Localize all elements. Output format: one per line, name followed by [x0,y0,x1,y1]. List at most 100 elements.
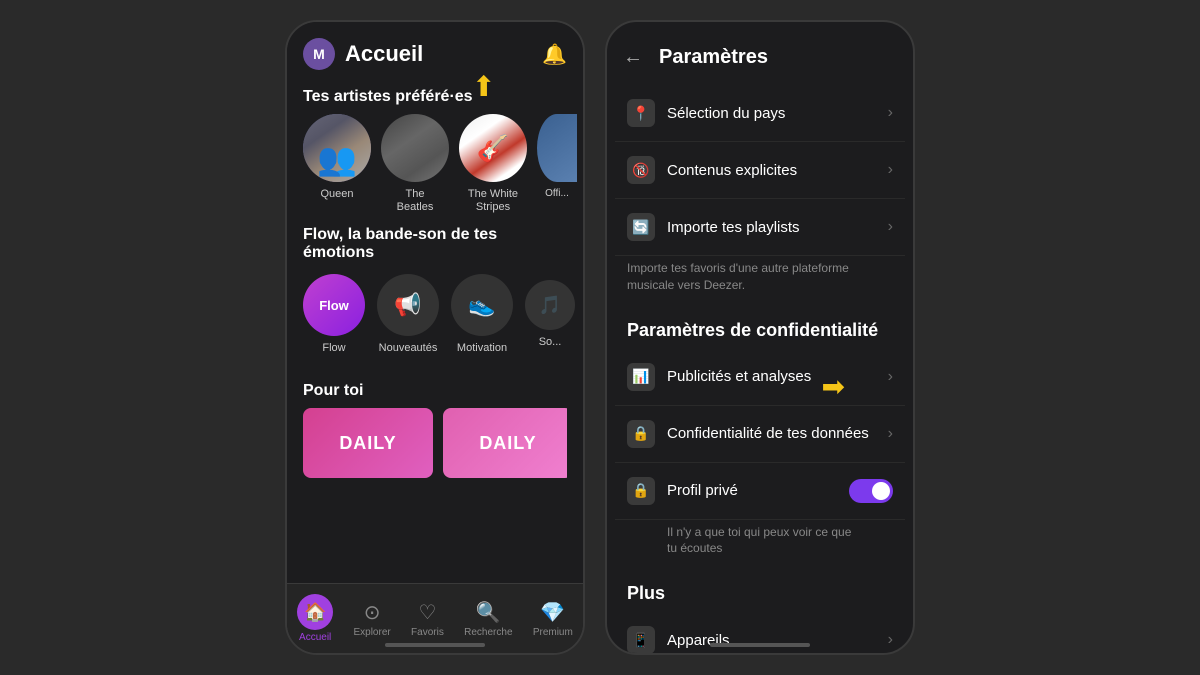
settings-item-label-pub: Publicités et analyses [667,368,888,385]
right-phone: ➡ ← Paramètres 📍 Sélection du pays › 🔞 C… [605,20,915,655]
artists-section-title: Tes artistes préféré·es [287,78,583,114]
privacy-section-title: Paramètres de confidentialité [615,304,905,349]
nav-label-accueil: Accueil [299,632,331,643]
nav-label-explorer: Explorer [353,627,390,638]
settings-item-label-confidentialite: Confidentialité de tes données [667,425,888,442]
settings-item-label-playlists: Importe tes playlists [667,219,888,236]
arrow-right-annotation: ➡ [822,370,845,403]
settings-item-playlists[interactable]: 🔄 Importe tes playlists › [615,199,905,256]
flow-label: Flow [319,298,349,313]
settings-item-label-profil-prive: Profil privé [667,482,849,499]
flow-circle-main: Flow [303,274,365,336]
recherche-icon: 🔍 [476,600,501,625]
chevron-confidentialite: › [888,425,893,443]
artist-name-queen: Queen [320,188,353,201]
settings-screen: ← Paramètres 📍 Sélection du pays › 🔞 Con… [607,22,913,653]
artist-avatar-off [537,114,577,182]
home-icon: 🏠 [297,594,333,630]
arrow-up-annotation: ⬆ [472,70,495,103]
artist-avatar-beatles [381,114,449,182]
motivation-icon: 👟 [468,292,495,318]
avatar[interactable]: M [303,38,335,70]
profil-prive-note: Il n'y a que toi qui peux voir ce que tu… [615,520,905,568]
profil-prive-icon: 🔒 [627,477,655,505]
flow-item-name-nouveautes: Nouveautés [379,342,438,354]
flow-circle-extra: 🎵 [525,280,575,330]
artist-name-beatles: TheBeatles [397,188,434,214]
nav-item-accueil[interactable]: 🏠 Accueil [297,594,333,643]
beatles-bg [381,114,449,182]
pays-icon: 📍 [627,99,655,127]
profil-prive-toggle[interactable] [849,479,893,503]
appareils-icon: 📱 [627,626,655,653]
settings-header: ← Paramètres [607,38,913,85]
bottom-indicator-right [710,643,810,647]
header-left: M Accueil [303,38,423,70]
explicites-icon: 🔞 [627,156,655,184]
flow-circle-nouveautes: 📢 [377,274,439,336]
chevron-pub: › [888,368,893,386]
bell-icon[interactable]: 🔔 [542,42,567,67]
flow-circle-motivation: 👟 [451,274,513,336]
artist-item-beatles[interactable]: TheBeatles [381,114,449,214]
app-header: M Accueil 🔔 [287,22,583,78]
bottom-indicator-left [385,643,485,647]
flow-item-name-motivation: Motivation [457,342,507,354]
flow-item-extra[interactable]: 🎵 So... [525,280,575,348]
daily-card-1[interactable]: DAILY [303,408,433,478]
settings-item-pub[interactable]: 📊 Publicités et analyses › [615,349,905,406]
nav-item-premium[interactable]: 💎 Premium [533,600,573,638]
artist-avatar-white-stripes: 🎸 [459,114,527,182]
daily-card-2[interactable]: DAILY [443,408,567,478]
chevron-appareils: › [888,631,893,649]
queen-bg: 👥 [303,114,371,182]
artist-name-off: Offi... [545,188,569,200]
nav-label-premium: Premium [533,627,573,638]
screens-wrapper: ⬆ M Accueil 🔔 Tes artistes préféré·es 👥 [0,0,1200,675]
chevron-explicites: › [888,161,893,179]
settings-title: Paramètres [659,46,768,69]
flow-section-title: Flow, la bande-son de tes émotions [303,226,567,262]
favoris-icon: ♡ [418,600,436,625]
settings-item-label-pays: Sélection du pays [667,105,888,122]
settings-item-confidentialite[interactable]: 🔒 Confidentialité de tes données › [615,406,905,463]
artist-item-white-stripes[interactable]: 🎸 The WhiteStripes [459,114,527,214]
left-phone-screen: ⬆ M Accueil 🔔 Tes artistes préféré·es 👥 [287,22,583,653]
chevron-playlists: › [888,218,893,236]
import-note: Importe tes favoris d'une autre platefor… [615,256,905,304]
settings-item-pays[interactable]: 📍 Sélection du pays › [615,85,905,142]
nav-label-favoris: Favoris [411,627,444,638]
partial-artist-bg [537,114,577,182]
toggle-container [849,479,893,503]
flow-row: Flow Flow 📢 Nouveautés 👟 [303,274,567,354]
premium-icon: 💎 [540,600,565,625]
flow-section: Flow, la bande-son de tes émotions Flow … [287,214,583,362]
settings-item-label-explicites: Contenus explicites [667,162,888,179]
settings-item-profil-prive[interactable]: 🔒 Profil privé [615,463,905,520]
flow-item-motivation[interactable]: 👟 Motivation [451,274,513,354]
settings-item-explicites[interactable]: 🔞 Contenus explicites › [615,142,905,199]
nav-item-explorer[interactable]: ⊙ Explorer [353,600,390,638]
plus-section-title: Plus [615,567,905,612]
pour-toi-section: Pour toi DAILY DAILY DA... [287,362,583,478]
back-arrow-icon[interactable]: ← [623,46,643,69]
nouveautes-icon: 📢 [394,292,421,318]
chevron-pays: › [888,104,893,122]
flow-item-name-extra: So... [539,336,562,348]
explorer-icon: ⊙ [364,600,381,625]
playlists-icon: 🔄 [627,213,655,241]
left-phone: ⬆ M Accueil 🔔 Tes artistes préféré·es 👥 [285,20,585,655]
artists-row: 👥 Queen TheBeatles 🎸 [287,114,583,214]
nav-label-recherche: Recherche [464,627,512,638]
nav-item-favoris[interactable]: ♡ Favoris [411,600,444,638]
nav-item-recherche[interactable]: 🔍 Recherche [464,600,512,638]
settings-list: 📍 Sélection du pays › 🔞 Contenus explici… [607,85,913,653]
artist-item-partial[interactable]: Offi... [537,114,577,214]
flow-item-main[interactable]: Flow Flow [303,274,365,354]
flow-item-name-flow: Flow [322,342,345,354]
artist-avatar-queen: 👥 [303,114,371,182]
artist-item-queen[interactable]: 👥 Queen [303,114,371,214]
flow-item-nouveautes[interactable]: 📢 Nouveautés [377,274,439,354]
confidentialite-icon: 🔒 [627,420,655,448]
pub-icon: 📊 [627,363,655,391]
